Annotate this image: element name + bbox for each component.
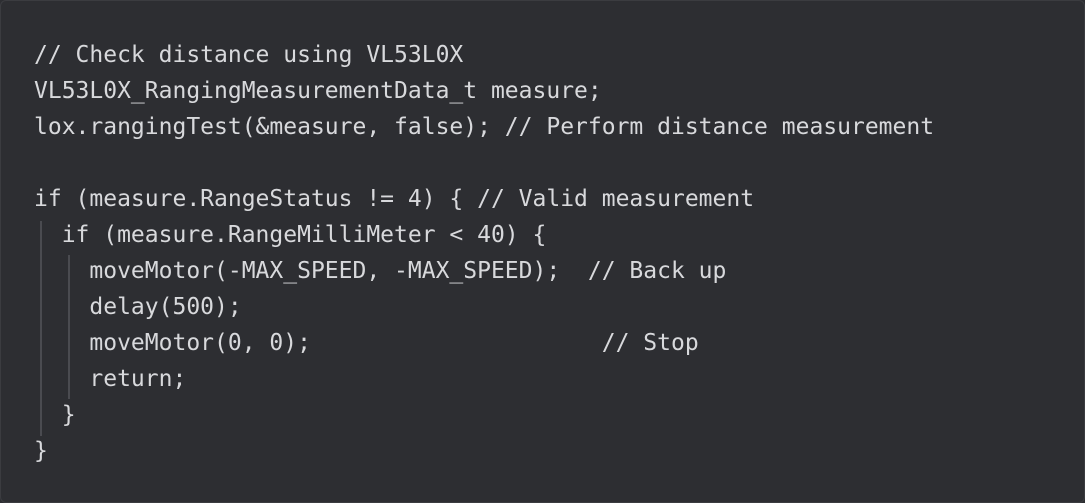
- code-line: delay(500);: [34, 294, 242, 320]
- code-line: return;: [34, 366, 187, 392]
- code-line: if (measure.RangeMilliMeter < 40) {: [34, 222, 547, 248]
- code-line: if (measure.RangeStatus != 4) { // Valid…: [34, 186, 755, 212]
- code-line: // Check distance using VL53L0X: [34, 42, 464, 68]
- code-line: }: [34, 402, 76, 428]
- code-line: lox.rangingTest(&measure, false); // Per…: [34, 114, 935, 140]
- code-block: // Check distance using VL53L0X VL53L0X_…: [0, 0, 1085, 503]
- code-line: }: [34, 438, 48, 464]
- code-line: moveMotor(0, 0); // Stop: [34, 330, 699, 356]
- code-line: moveMotor(-MAX_SPEED, -MAX_SPEED); // Ba…: [34, 258, 727, 284]
- code-line: VL53L0X_RangingMeasurementData_t measure…: [34, 78, 602, 104]
